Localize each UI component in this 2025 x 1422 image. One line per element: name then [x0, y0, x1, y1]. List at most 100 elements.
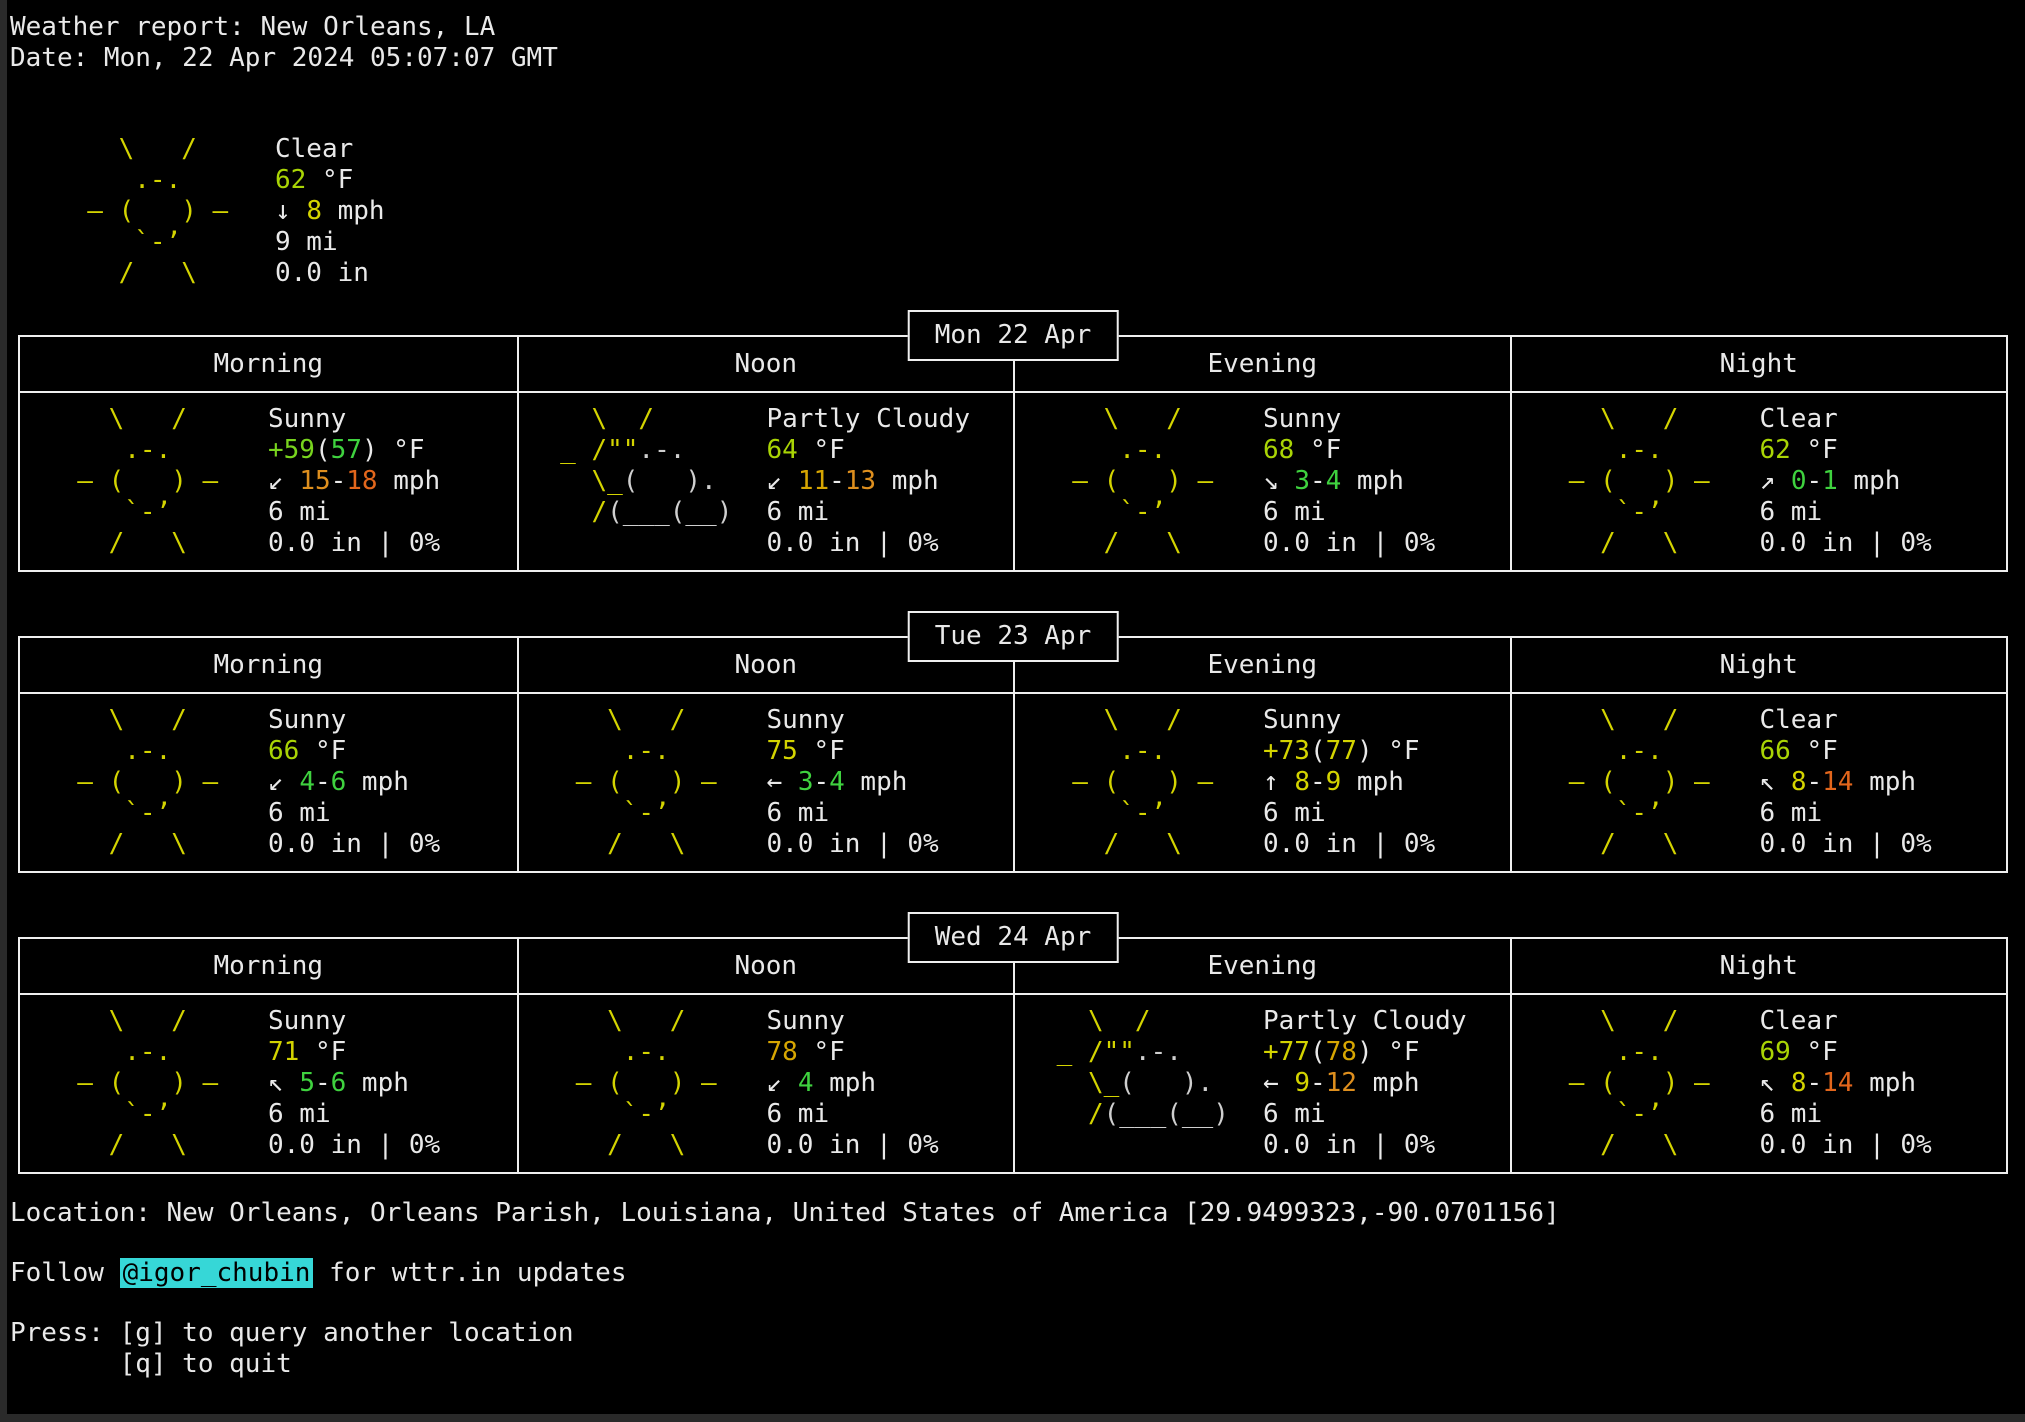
- text-segment: / \: [1041, 528, 1182, 558]
- text-segment: `-’: [56, 227, 181, 257]
- location-line: Location: New Orleans, Orleans Parish, L…: [10, 1198, 2010, 1229]
- text-segment: 4: [1326, 466, 1342, 496]
- text-segment: 71: [268, 1037, 299, 1067]
- visibility-text: 6 mi: [1263, 497, 1435, 528]
- text-segment: 5: [299, 1068, 315, 1098]
- text-segment: mph: [845, 767, 908, 797]
- ascii-art-line: `-’: [46, 1099, 242, 1130]
- weather-icon-partly-cloudy: \ / _ /"".-. \_( ). /(___(__): [1041, 1006, 1237, 1161]
- text-segment: 75: [767, 736, 798, 766]
- precipitation-text: 0.0 in | 0%: [1263, 528, 1435, 559]
- text-segment: ↘: [1263, 466, 1294, 496]
- follow-line: Follow @igor_chubin for wttr.in updates: [10, 1258, 2010, 1289]
- text-segment: °F: [299, 1037, 346, 1067]
- text-segment: ― ( ) ―: [46, 466, 218, 496]
- text-segment: °F: [798, 736, 845, 766]
- condition-text: Clear: [1760, 404, 1932, 435]
- precipitation-text: 0.0 in | 0%: [1760, 1130, 1932, 1161]
- visibility-text: 6 mi: [1760, 497, 1932, 528]
- ascii-art-line: [1041, 1130, 1237, 1161]
- ascii-art-line: / \: [545, 1130, 741, 1161]
- precipitation-text: 0.0 in | 0%: [268, 829, 440, 860]
- temperature-text: 71 °F: [268, 1037, 440, 1068]
- text-segment: 78: [1326, 1037, 1357, 1067]
- terminal-screen: Weather report: New Orleans, LA Date: Mo…: [10, 12, 2010, 1380]
- forecast-cell-info: Sunny+59(57) °F↙ 15-18 mph6 mi0.0 in | 0…: [268, 404, 440, 559]
- visibility-text: 6 mi: [767, 798, 939, 829]
- text-segment: `-’: [1538, 497, 1663, 527]
- temperature-text: 78 °F: [767, 1037, 939, 1068]
- text-segment: 57: [331, 435, 362, 465]
- forecast-cell-night: \ / .-. ― ( ) ― `-’ / \Clear62 °F↗ 0-1 m…: [1510, 391, 2007, 570]
- table-content-row: \ / .-. ― ( ) ― `-’ / \Sunny66 °F↙ 4-6 m…: [20, 692, 2006, 871]
- ascii-art-line: .-.: [545, 736, 741, 767]
- text-segment: °F: [299, 736, 346, 766]
- ascii-art-line: ― ( ) ―: [1041, 466, 1237, 497]
- text-segment: 13: [845, 466, 876, 496]
- condition-text: Sunny: [268, 404, 440, 435]
- text-segment: ― ( ) ―: [46, 1068, 218, 1098]
- text-segment: ( ).: [623, 466, 717, 496]
- text-segment: °F: [798, 435, 845, 465]
- text-segment: \ /: [56, 134, 197, 164]
- condition-text: Sunny: [767, 1006, 939, 1037]
- text-segment: 1: [1822, 466, 1838, 496]
- precipitation-text: 0.0 in | 0%: [268, 1130, 440, 1161]
- wind-text: ↖ 8-14 mph: [1760, 1068, 1932, 1099]
- forecast-cell-evening: \ / _ /"".-. \_( ). /(___(__) Partly Clo…: [1013, 993, 1510, 1172]
- text-segment: `-’: [46, 497, 171, 527]
- table-content-row: \ / .-. ― ( ) ― `-’ / \Sunny+59(57) °F↙ …: [20, 391, 2006, 570]
- forecast-cell-night: \ / .-. ― ( ) ― `-’ / \Clear69 °F↖ 8-14 …: [1510, 993, 2007, 1172]
- day-section: Wed 24 AprMorningNoonEveningNight \ / .-…: [10, 937, 2010, 1174]
- precipitation-text: 0.0 in | 0%: [268, 528, 440, 559]
- text-segment: 8: [1791, 767, 1807, 797]
- text-segment: °F: [306, 165, 353, 195]
- text-segment: -: [1310, 466, 1326, 496]
- visibility-text: 6 mi: [1760, 1099, 1932, 1130]
- visibility-text: 6 mi: [268, 497, 440, 528]
- text-segment: 18: [346, 466, 377, 496]
- forecast-cell-info: Sunny71 °F↖ 5-6 mph6 mi0.0 in | 0%: [268, 1006, 440, 1161]
- wind-text: ↓ 8 mph: [275, 196, 385, 227]
- text-segment: (___(__): [1104, 1099, 1229, 1129]
- text-segment: ― ( ) ―: [46, 767, 218, 797]
- precipitation-text: 0.0 in | 0%: [767, 528, 971, 559]
- text-segment: ↙: [767, 466, 798, 496]
- text-segment: 3: [798, 767, 814, 797]
- text-segment: mph: [1357, 1068, 1420, 1098]
- precipitation-text: 0.0 in | 0%: [1760, 528, 1932, 559]
- ascii-art-line: `-’: [1538, 497, 1734, 528]
- ascii-art-line: .-.: [1538, 1037, 1734, 1068]
- text-segment: /: [1041, 1099, 1104, 1129]
- forecast-cell-morning: \ / .-. ― ( ) ― `-’ / \Sunny66 °F↙ 4-6 m…: [20, 692, 517, 871]
- temperature-text: 66 °F: [1760, 736, 1932, 767]
- ascii-art-line: ― ( ) ―: [1538, 1068, 1734, 1099]
- forecast-cell-info: Sunny75 °F← 3-4 mph6 mi0.0 in | 0%: [767, 705, 939, 860]
- precipitation-text: 0.0 in: [275, 258, 385, 289]
- text-segment: / \: [46, 528, 187, 558]
- terminal-left-edge: [0, 0, 7, 1422]
- text-segment: 0: [1791, 466, 1807, 496]
- text-segment: (: [1310, 736, 1326, 766]
- text-segment: +77: [1263, 1037, 1310, 1067]
- condition-text: Partly Cloudy: [1263, 1006, 1467, 1037]
- text-segment: \ /: [1538, 404, 1679, 434]
- ascii-art-line: \ /: [1538, 1006, 1734, 1037]
- ascii-art-line: ― ( ) ―: [1538, 767, 1734, 798]
- forecast-cell-noon: \ / .-. ― ( ) ― `-’ / \Sunny75 °F← 3-4 m…: [517, 692, 1014, 871]
- text-segment: / \: [545, 829, 686, 859]
- ascii-art-line: \_( ).: [545, 466, 741, 497]
- text-segment: 77: [1326, 736, 1357, 766]
- ascii-art-line: \_( ).: [1041, 1068, 1237, 1099]
- text-segment: 69: [1760, 1037, 1791, 1067]
- ascii-art-line: /(___(__): [1041, 1099, 1237, 1130]
- text-segment: 64: [767, 435, 798, 465]
- text-segment: 12: [1326, 1068, 1357, 1098]
- text-segment: `-’: [1041, 497, 1166, 527]
- text-segment: mph: [346, 1068, 409, 1098]
- text-segment: 62: [1760, 435, 1791, 465]
- text-segment: / \: [1538, 1130, 1679, 1160]
- ascii-art-line: / \: [46, 829, 242, 860]
- text-segment: -: [331, 466, 347, 496]
- temperature-text: 68 °F: [1263, 435, 1435, 466]
